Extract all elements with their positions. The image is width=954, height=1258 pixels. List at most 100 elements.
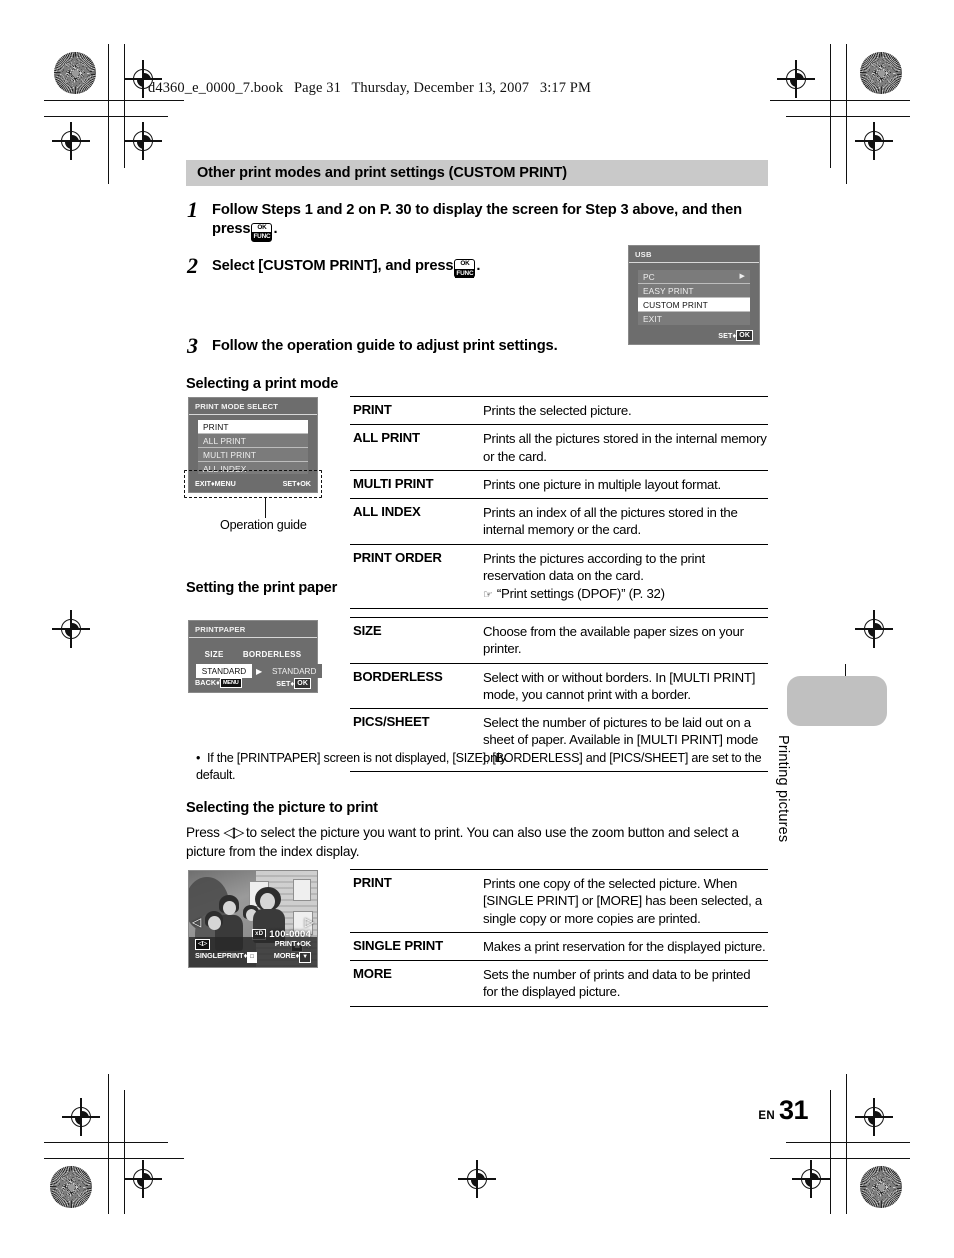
print-mode-item-multi-print[interactable]: MULTI PRINT [198,448,308,462]
chevron-right-icon: ▶ [256,666,263,676]
star-target-icon [860,52,902,94]
pointing-hand-icon: ☞ [483,589,493,602]
registration-mark-icon [777,60,815,98]
book-page-label: Page 31 [293,80,341,96]
table-row: MORE Sets the number of prints and data … [350,960,768,1007]
printpaper-table: SIZE Choose from the available paper siz… [350,617,768,772]
print-mode-item-print-label: PRINT [203,421,229,432]
print-mode-term-4: PRINT ORDER [350,544,481,609]
usb-screen-footer: SET♦ OK [629,330,759,341]
printpaper-defn-1: Select with or without borders. In [MULT… [481,663,768,710]
print-mode-term-0: PRINT [350,395,481,426]
crop-line [846,1074,848,1214]
star-target-icon [54,52,96,94]
crop-line [830,44,832,168]
table-row: BORDERLESS Select with or without border… [350,663,768,710]
step-2-text-after: . [476,257,481,274]
photo-person [208,916,221,930]
table-row: SIZE Choose from the available paper siz… [350,617,768,664]
photo-prev-arrow-icon[interactable]: ◁ [192,915,201,929]
picture-print-term-2: MORE [350,960,481,1007]
crop-line [786,1142,910,1144]
printpaper-screen-title: PRINTPAPER [189,621,317,638]
usb-menu-item-exit[interactable]: EXIT [638,312,750,325]
photo-overlay-row-2: SINGLEPRINT♦ □ MORE♦ ▼ [189,950,317,963]
crop-line [44,1142,168,1144]
ok-label: OK [460,260,470,268]
printpaper-footer-left: BACK♦ MENU [195,678,242,689]
crop-line [770,100,910,102]
step-2-number: 2 [187,252,198,278]
print-mode-item-all-print-label: ALL PRINT [203,435,246,446]
down-key-icon: ▼ [299,952,311,963]
func-label: FUNC [455,268,475,278]
step-3-text: Follow the operation guide to adjust pri… [212,338,558,355]
print-mode-term-2: MULTI PRINT [350,470,481,500]
registration-mark-icon [855,122,893,160]
print-mode-defn-2: Prints one picture in multiple layout fo… [481,470,768,500]
print-mode-select-screen: PRINT MODE SELECT PRINT ALL PRINT MULTI … [188,397,318,489]
print-mode-defn-3: Prints an index of all the pictures stor… [481,498,768,545]
registration-mark-icon [124,1160,162,1198]
crop-line [108,1074,110,1214]
book-time: 3:17 PM [539,80,591,96]
registration-mark-icon [792,1160,830,1198]
ok-key-icon: OK [300,939,311,948]
crop-line [770,1158,910,1160]
left-right-arrows-icon: ◁▷ [223,824,244,841]
picture-print-defn-0: Prints one copy of the selected picture.… [481,869,768,933]
print-mode-item-all-print[interactable]: ALL PRINT [198,434,308,448]
photo-next-arrow-icon[interactable]: ▷ [305,915,314,929]
print-mode-screen-title: PRINT MODE SELECT [189,398,317,415]
page-footer: EN 31 [758,1094,809,1125]
print-mode-defn-1: Prints all the pictures stored in the in… [481,424,768,471]
table-row: ALL PRINT Prints all the pictures stored… [350,424,768,471]
usb-menu-item-exit-label: EXIT [643,313,663,324]
photo-overlay-more-label: MORE [273,951,296,960]
usb-menu-item-easy-print[interactable]: EASY PRINT [638,284,750,298]
operation-guide-caption: Operation guide [220,518,307,532]
step-2-text-before: Select [CUSTOM PRINT], and press [212,257,454,274]
photo-overlay-print: PRINT♦OK [275,939,311,950]
printpaper-size-value[interactable]: STANDARD [196,664,252,678]
usb-menu-item-easy-print-label: EASY PRINT [643,285,694,296]
usb-menu-item-pc[interactable]: PC ▶ [638,270,750,284]
chevron-right-icon: ▶ [739,273,745,280]
printpaper-defn-0: Choose from the available paper sizes on… [481,617,768,664]
printpaper-borderless-value[interactable]: STANDARD [266,664,323,678]
picture-select-paragraph-before: Press [186,825,220,840]
print-mode-item-multi-print-label: MULTI PRINT [203,449,257,460]
printpaper-term-0: SIZE [350,617,481,664]
operation-guide-callout-box [184,470,322,498]
picture-preview-screen: ◁ ▷ xD100-0004 ▣4 ◁▷ PRINT♦OK SINGLEPRIN… [188,870,318,968]
usb-screen-menu: PC ▶ EASY PRINT CUSTOM PRINT EXIT [629,263,759,325]
picture-select-paragraph-after: to select the picture you want to print.… [186,825,739,860]
table-row: ALL INDEX Prints an index of all the pic… [350,498,768,545]
registration-mark-icon [855,610,893,648]
photo-operation-overlay: ◁▷ PRINT♦OK SINGLEPRINT♦ □ MORE♦ ▼ [189,937,317,967]
crop-line [108,44,110,184]
ok-key-icon: OK [736,330,753,341]
side-tab-label: Printing pictures [775,735,791,843]
heading-selecting-print-mode: Selecting a print mode [186,375,339,392]
usb-footer-right: SET♦ OK [718,330,753,341]
picture-print-term-0: PRINT [350,869,481,933]
print-mode-item-print[interactable]: PRINT [198,420,308,434]
print-mode-table: PRINT Prints the selected picture. ALL P… [350,395,768,609]
photo-overlay-more: MORE♦ ▼ [274,951,311,963]
printpaper-term-1: BORDERLESS [350,663,481,710]
printpaper-note-text: If the [PRINTPAPER] screen is not displa… [196,751,762,782]
registration-mark-icon [52,122,90,160]
step-3-number: 3 [187,333,198,359]
star-target-icon [860,1166,902,1208]
registration-mark-icon [62,1098,100,1136]
table-row: PRINT Prints the selected picture. [350,395,768,426]
ok-key-icon: OK [294,678,311,689]
crop-line [44,100,184,102]
photo-overlay-singleprint: SINGLEPRINT♦ □ [195,951,257,963]
printpaper-note: • If the [PRINTPAPER] screen is not displ… [196,750,768,783]
page-number: 31 [778,1094,809,1125]
photo-person [223,901,236,915]
book-header: d4360_e_0000_7.book Page 31 Thursday, De… [148,80,591,97]
usb-menu-item-custom-print[interactable]: CUSTOM PRINT [638,298,750,312]
